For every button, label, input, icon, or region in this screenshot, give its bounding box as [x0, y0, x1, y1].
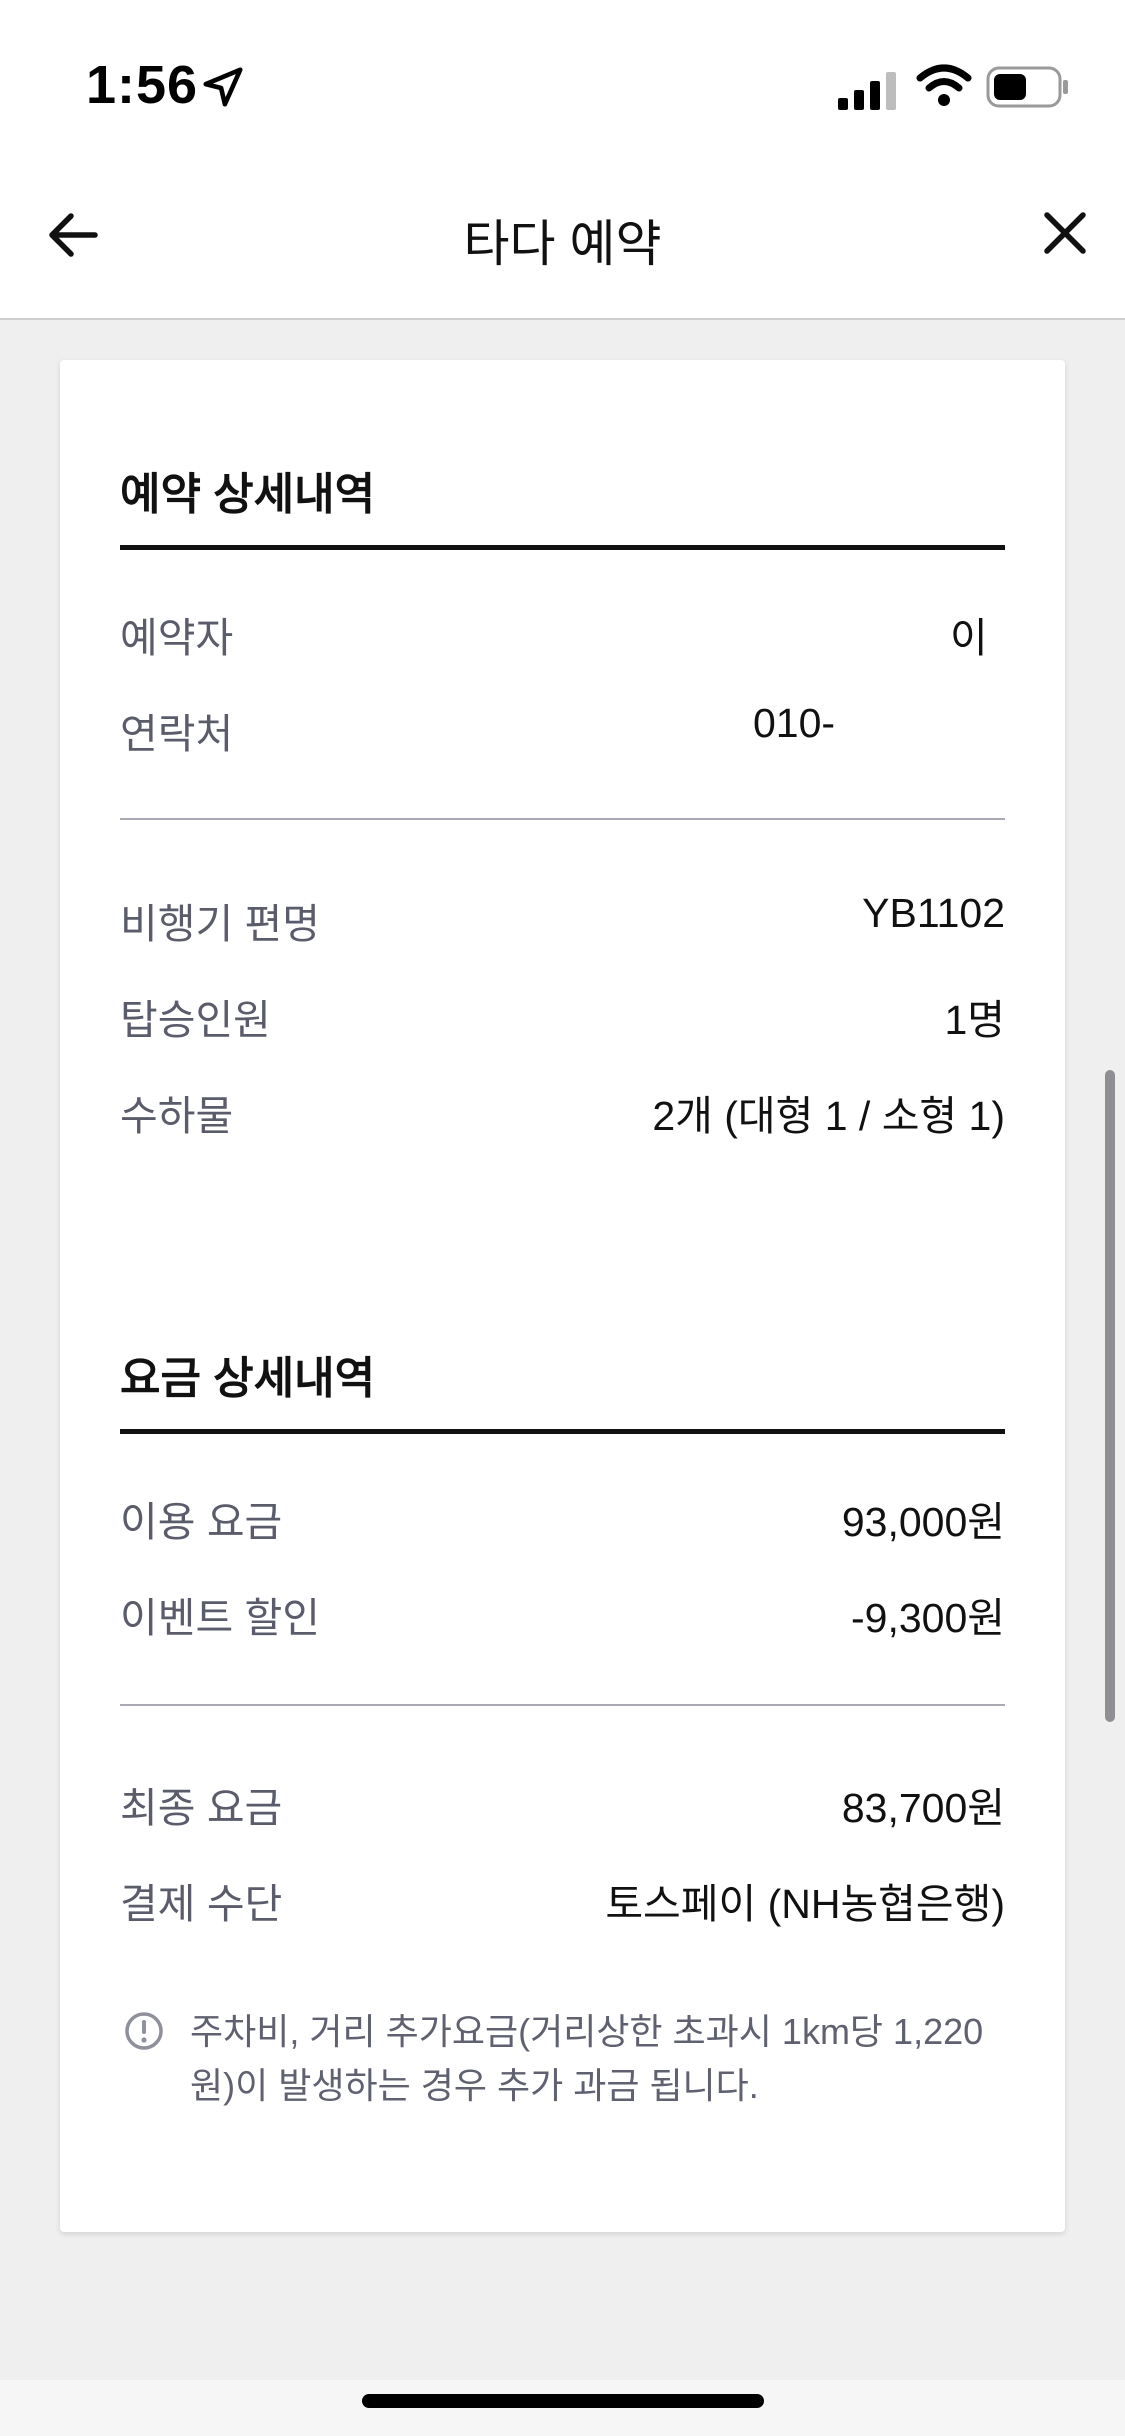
reservation-section-title: 예약 상세내역 [120, 470, 376, 519]
notice-text: 주차비, 거리 추가요금(거리상한 초과시 1km당 1,220원)이 발생하는… [190, 2011, 984, 2106]
battery-icon [986, 66, 1068, 108]
row-label: 예약자 [120, 615, 234, 661]
scrollbar[interactable] [1105, 1070, 1115, 1722]
close-icon [1044, 212, 1086, 254]
row-label: 연락처 [120, 711, 234, 757]
reservation-row-booker: 예약자 이 [120, 604, 1005, 664]
reservation-detail-card: 예약 상세내역 예약자 이 연락처 010- 비행기 편명 YB1102 탑승인… [60, 360, 1065, 2232]
row-value: 토스페이 (NH농협은행) [605, 1881, 1005, 1927]
row-label: 수하물 [120, 1093, 234, 1139]
reservation-row-flight: 비행기 편명 YB1102 [120, 890, 1005, 950]
fare-row-discount: 이벤트 할인 -9,300원 [120, 1584, 1005, 1644]
fare-row-payment-method: 결제 수단 토스페이 (NH농협은행) [120, 1870, 1005, 1930]
row-divider [120, 818, 1005, 820]
row-label: 이벤트 할인 [120, 1595, 320, 1641]
row-value: YB1102 [862, 890, 1005, 936]
reservation-row-luggage: 수하물 2개 (대형 1 / 소형 1) [120, 1082, 1005, 1142]
row-value: 1명 [944, 997, 1005, 1043]
location-arrow-icon [203, 67, 243, 107]
info-circle-icon [125, 2012, 163, 2050]
row-label: 비행기 편명 [120, 901, 320, 947]
row-value: 010- [753, 700, 836, 746]
row-label: 최종 요금 [120, 1785, 283, 1831]
reservation-row-passengers: 탑승인원 1명 [120, 986, 1005, 1046]
page-title: 타다 예약 [463, 216, 662, 272]
row-value: 이 [950, 615, 988, 661]
fare-section-title: 요금 상세내역 [120, 1354, 376, 1403]
row-value: 2개 (대형 1 / 소형 1) [652, 1093, 1005, 1139]
row-value: 83,700원 [841, 1785, 1005, 1831]
row-label: 이용 요금 [120, 1499, 283, 1545]
nav-header: 타다 예약 [0, 170, 1125, 320]
cellular-signal-icon [838, 72, 896, 110]
bottom-safe-area [0, 2380, 1125, 2436]
home-indicator[interactable] [362, 2394, 764, 2408]
section-divider [120, 1429, 1005, 1434]
fare-row-final: 최종 요금 83,700원 [120, 1774, 1005, 1834]
status-bar: 1:56 [0, 0, 1125, 170]
section-divider [120, 545, 1005, 550]
row-value: -9,300원 [851, 1595, 1005, 1641]
wifi-icon [916, 64, 972, 106]
reservation-row-contact: 연락처 010- [120, 700, 1005, 760]
row-divider [120, 1704, 1005, 1706]
fare-row-usage: 이용 요금 93,000원 [120, 1488, 1005, 1548]
close-button[interactable] [1032, 200, 1098, 266]
status-time: 1:56 [86, 55, 199, 115]
row-value: 93,000원 [841, 1499, 1005, 1545]
row-label: 탑승인원 [120, 997, 271, 1043]
row-label: 결제 수단 [120, 1881, 283, 1927]
